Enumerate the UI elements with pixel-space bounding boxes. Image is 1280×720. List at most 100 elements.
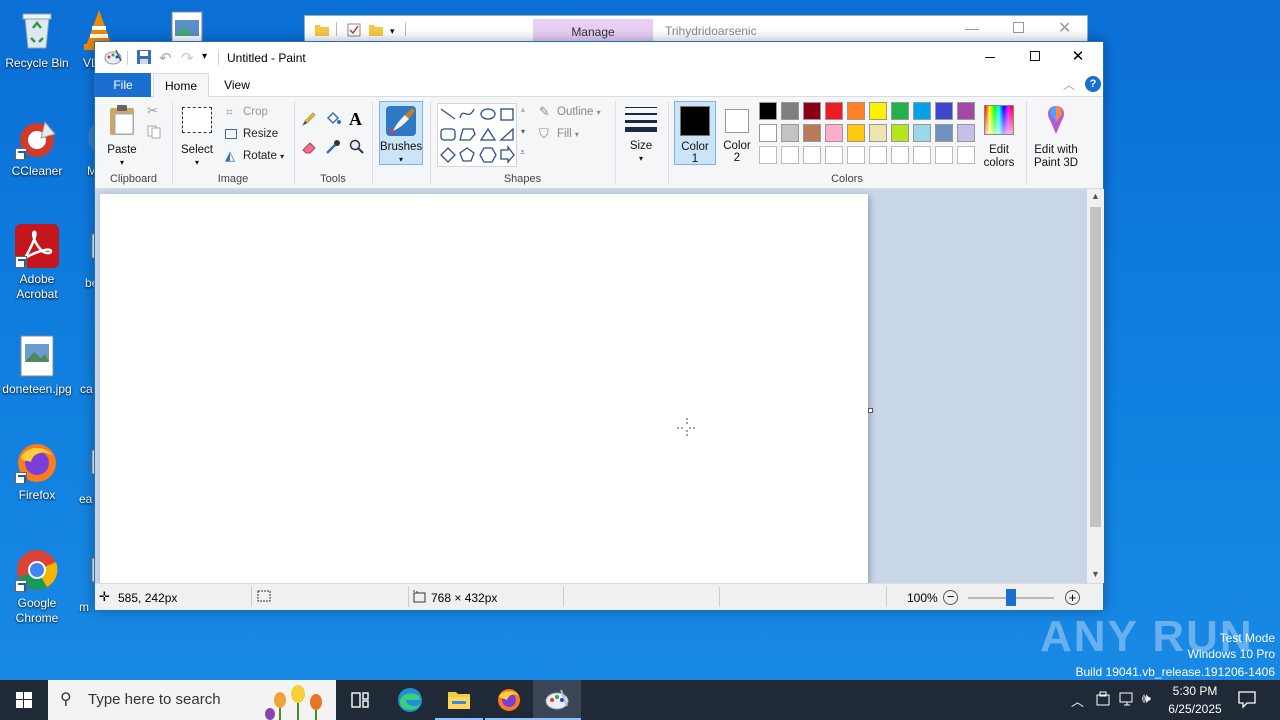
scroll-thumb[interactable]: [1090, 207, 1101, 527]
palette-swatch[interactable]: [935, 102, 953, 120]
tab-file[interactable]: File: [95, 73, 151, 97]
shapes-expand-icon[interactable]: ⩡: [520, 147, 525, 158]
zoom-slider-thumb[interactable]: [1006, 589, 1016, 606]
clock-time[interactable]: 5:30 PM: [1172, 684, 1218, 698]
palette-swatch[interactable]: [825, 102, 843, 120]
explorer-close-button[interactable]: ✕: [1058, 18, 1071, 38]
zoom-out-button[interactable]: −: [943, 590, 958, 605]
desktop-icon-adobe-acrobat[interactable]: Adobe Acrobat: [0, 224, 74, 302]
explorer-minimize-button[interactable]: —: [965, 20, 979, 36]
minimize-button[interactable]: [975, 44, 1005, 70]
color2-button[interactable]: Color 2: [717, 101, 757, 165]
cut-icon[interactable]: ✂: [147, 103, 158, 119]
shapes-scroll-down-icon[interactable]: ▾: [521, 127, 525, 136]
title-bar[interactable]: ↶ ↷ ▾ Untitled - Paint ✕: [95, 42, 1103, 73]
palette-swatch[interactable]: [891, 124, 909, 142]
zoom-in-button[interactable]: +: [1065, 590, 1080, 605]
palette-swatch[interactable]: [957, 146, 975, 164]
edit-colors-button[interactable]: Edit colors: [979, 101, 1019, 169]
palette-swatch[interactable]: [869, 146, 887, 164]
desktop-icon-google-chrome[interactable]: Google Chrome: [0, 548, 74, 626]
color1-button[interactable]: Color 1: [674, 101, 716, 165]
palette-swatch[interactable]: [869, 124, 887, 142]
desktop-icon-recycle-bin[interactable]: Recycle Bin: [0, 8, 74, 71]
brushes-button[interactable]: Brushes ▾: [379, 101, 423, 165]
palette-swatch[interactable]: [935, 124, 953, 142]
paint-app-icon[interactable]: [104, 49, 122, 65]
manage-tab[interactable]: Manage: [533, 19, 653, 42]
drawing-canvas[interactable]: [100, 194, 868, 583]
palette-swatch[interactable]: [913, 124, 931, 142]
palette-swatch[interactable]: [803, 102, 821, 120]
help-icon[interactable]: ?: [1085, 76, 1101, 92]
desktop-icon-firefox[interactable]: Firefox: [0, 440, 74, 503]
palette-swatch[interactable]: [781, 146, 799, 164]
palette-swatch[interactable]: [913, 146, 931, 164]
palette-swatch[interactable]: [935, 146, 953, 164]
eraser-icon[interactable]: [301, 139, 317, 155]
size-button[interactable]: Size ▾: [621, 101, 661, 165]
shapes-gallery[interactable]: [437, 103, 517, 167]
palette-swatch[interactable]: [803, 124, 821, 142]
desktop-icon-doneteen[interactable]: doneteen.jpg: [0, 334, 74, 397]
palette-swatch[interactable]: [891, 102, 909, 120]
explorer-maximize-button[interactable]: [1013, 22, 1024, 33]
taskbar-paint[interactable]: [533, 680, 581, 720]
color-picker-icon[interactable]: [325, 139, 341, 155]
maximize-button[interactable]: [1020, 44, 1050, 70]
palette-swatch[interactable]: [913, 102, 931, 120]
palette-swatch[interactable]: [957, 124, 975, 142]
pencil-icon[interactable]: [301, 111, 317, 127]
redo-icon[interactable]: ↷: [181, 49, 194, 67]
shapes-scroll-up-icon[interactable]: ▴: [521, 105, 525, 114]
outline-button[interactable]: ✎ Outline ▾: [537, 103, 601, 121]
desktop-icon-image-file[interactable]: [170, 10, 204, 44]
start-button[interactable]: [0, 680, 48, 720]
canvas-resize-handle[interactable]: [868, 408, 873, 413]
network-icon[interactable]: [1119, 691, 1135, 707]
tab-home[interactable]: Home: [153, 73, 209, 98]
palette-swatch[interactable]: [869, 102, 887, 120]
magnifier-icon[interactable]: [349, 139, 365, 155]
copy-icon[interactable]: [147, 125, 161, 139]
palette-swatch[interactable]: [957, 102, 975, 120]
taskbar-file-explorer[interactable]: [435, 680, 483, 720]
properties-icon[interactable]: [347, 23, 361, 37]
text-tool-icon[interactable]: A: [349, 109, 362, 130]
palette-swatch[interactable]: [759, 146, 777, 164]
vertical-scrollbar[interactable]: ▲ ▼: [1087, 189, 1104, 583]
resize-button[interactable]: Resize: [223, 125, 278, 143]
tab-view[interactable]: View: [211, 73, 263, 97]
volume-icon[interactable]: 🕪: [1142, 690, 1151, 707]
task-view-button[interactable]: [336, 680, 384, 720]
scroll-down-icon[interactable]: ▼: [1091, 569, 1100, 579]
new-folder-icon[interactable]: [369, 24, 383, 36]
taskbar-search-box[interactable]: ⚲ Type here to search: [48, 680, 336, 720]
quick-access-dropdown-icon[interactable]: ▾: [390, 26, 395, 37]
palette-swatch[interactable]: [847, 146, 865, 164]
desktop-icon-ccleaner[interactable]: CCleaner: [0, 116, 74, 179]
save-icon[interactable]: [137, 50, 151, 64]
paint-window[interactable]: ↶ ↷ ▾ Untitled - Paint ✕ File Home View …: [94, 41, 1104, 610]
undo-icon[interactable]: ↶: [159, 49, 172, 67]
taskbar-firefox[interactable]: [485, 680, 533, 720]
select-button[interactable]: Select ▾: [178, 101, 216, 167]
fill-bucket-icon[interactable]: [325, 111, 341, 127]
palette-swatch[interactable]: [781, 124, 799, 142]
palette-swatch[interactable]: [759, 124, 777, 142]
customize-qat-icon[interactable]: ▾: [202, 51, 207, 62]
show-hidden-icons-button[interactable]: ︿: [1071, 691, 1084, 710]
crop-button[interactable]: ⌗ Crop: [223, 103, 268, 121]
scroll-up-icon[interactable]: ▲: [1091, 191, 1100, 201]
rotate-button[interactable]: ◭ Rotate ▾: [223, 147, 284, 165]
paste-button[interactable]: Paste ▾: [103, 101, 141, 167]
security-icon[interactable]: [1096, 691, 1110, 707]
collapse-ribbon-icon[interactable]: ︿: [1063, 76, 1075, 93]
fill-button[interactable]: ⛉ Fill ▾: [537, 125, 579, 143]
palette-swatch[interactable]: [847, 124, 865, 142]
palette-swatch[interactable]: [759, 102, 777, 120]
close-button[interactable]: ✕: [1063, 44, 1093, 70]
clock-date[interactable]: 6/25/2025: [1164, 702, 1226, 716]
palette-swatch[interactable]: [825, 124, 843, 142]
edit-with-paint3d-button[interactable]: Edit with Paint 3D: [1031, 101, 1081, 169]
